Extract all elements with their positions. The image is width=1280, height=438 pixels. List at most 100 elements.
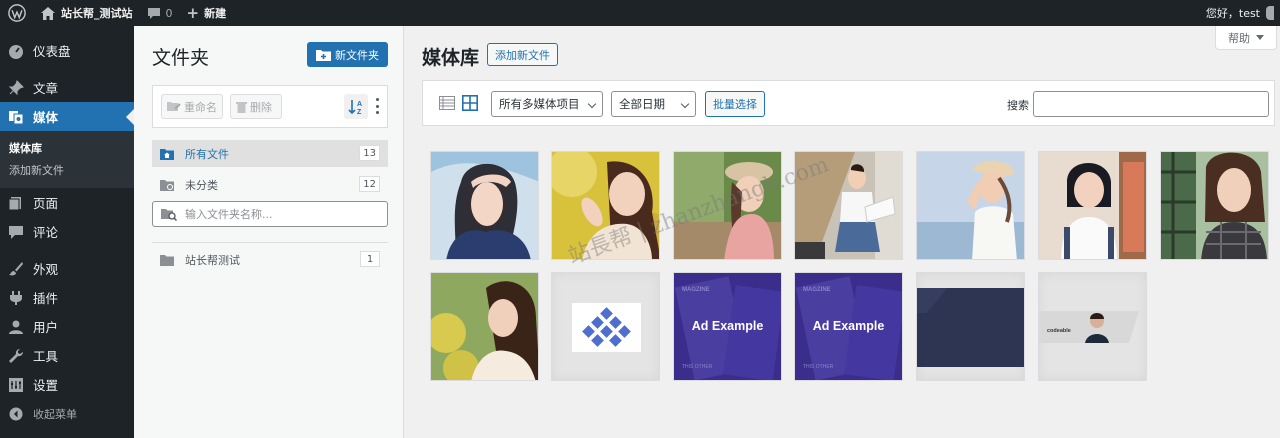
user-icon (8, 319, 24, 335)
sidebar-item-tools[interactable]: 工具 (0, 341, 134, 370)
page-icon (8, 195, 24, 211)
home-folder-icon (160, 148, 176, 160)
new-folder-label: 新文件夹 (335, 48, 379, 62)
greeting: 您好，test (1205, 7, 1260, 20)
sidebar-item-posts[interactable]: 文章 (0, 73, 134, 102)
all-files-count: 13 (359, 145, 380, 161)
media-thumbnail[interactable]: MAGZINE THIS OTHER Ad Example (794, 272, 903, 381)
media-thumbnail[interactable]: codeable (1038, 272, 1147, 381)
sidebar-item-pages[interactable]: 页面 (0, 188, 134, 217)
dashboard-icon (8, 43, 24, 59)
folder-panel-title: 文件夹 (152, 47, 210, 69)
media-thumbnail[interactable] (916, 272, 1025, 381)
new-folder-button[interactable]: 新文件夹 (307, 42, 388, 67)
sidebar-item-label: 文章 (33, 81, 59, 96)
sidebar-item-media[interactable]: 媒体 (0, 102, 134, 131)
media-thumbnail[interactable] (916, 151, 1025, 260)
trash-icon (236, 101, 247, 113)
folder-search-input[interactable] (185, 207, 375, 221)
media-thumbnail[interactable] (551, 151, 660, 260)
list-view-icon[interactable] (437, 93, 457, 113)
media-thumbnail[interactable] (430, 151, 539, 260)
sidebar-item-settings[interactable]: 设置 (0, 370, 134, 399)
bulk-select-button[interactable]: 批量选择 (705, 91, 765, 117)
triangle-down-icon (1256, 35, 1264, 40)
photo-image (431, 152, 538, 259)
sidebar-item-label: 工具 (33, 349, 59, 364)
photo-image (431, 273, 538, 380)
comments-count: 0 (165, 6, 173, 20)
svg-text:THIS OTHER: THIS OTHER (682, 364, 713, 370)
photo-image (795, 152, 902, 259)
folder-panel: 文件夹 新文件夹 重命名 删除 AZ 所有文件 13 未分类 12 输入文件夹名… (134, 26, 404, 438)
logo-image (572, 303, 641, 352)
collapse-label: 收起菜单 (33, 407, 77, 421)
folder-item[interactable]: 站长帮测试 1 (152, 246, 388, 273)
collapse-arrow-icon (8, 406, 24, 422)
sidebar-item-appearance[interactable]: 外观 (0, 254, 134, 283)
new-content-link[interactable]: + 新建 (180, 0, 234, 26)
media-thumbnail[interactable] (430, 272, 539, 381)
folder-name: 站长帮测试 (185, 253, 240, 267)
photo-image (552, 152, 659, 259)
rename-button[interactable]: 重命名 (161, 94, 223, 119)
sidebar-item-label: 外观 (33, 262, 59, 277)
sidebar-item-label: 媒体 (33, 110, 59, 125)
rename-folder-icon (167, 101, 181, 112)
uncategorized-count: 12 (359, 176, 380, 192)
sidebar-item-label: 评论 (33, 225, 59, 240)
media-search-input[interactable] (1033, 91, 1269, 117)
folder-search-field[interactable] (152, 201, 388, 227)
date-value: 全部日期 (619, 97, 665, 111)
banner-image: codeable (1039, 311, 1139, 343)
sidebar-item-label: 插件 (33, 291, 59, 306)
wordpress-logo-icon[interactable] (0, 0, 34, 26)
add-new-file-button[interactable]: 添加新文件 (487, 43, 558, 66)
pin-icon (8, 79, 24, 96)
submenu-item-add-new[interactable]: 添加新文件 (0, 160, 134, 182)
svg-text:MAGZINE: MAGZINE (682, 287, 710, 293)
folder-all-files[interactable]: 所有文件 13 (152, 140, 388, 167)
home-icon (41, 6, 55, 20)
media-thumbnail[interactable] (1038, 151, 1147, 260)
thumb-caption: codeable (1047, 328, 1071, 334)
folder-divider (152, 242, 388, 243)
media-thumbnail[interactable] (794, 151, 903, 260)
sidebar-item-label: 仪表盘 (33, 44, 71, 59)
sidebar-item-plugins[interactable]: 插件 (0, 283, 134, 312)
media-thumbnail[interactable]: MAGZINE THIS OTHER Ad Example (673, 272, 782, 381)
submenu-item-library[interactable]: 媒体库 (0, 138, 134, 160)
media-thumbnail[interactable] (551, 272, 660, 381)
media-toolbar: 所有多媒体项目 全部日期 批量选择 搜索 (422, 80, 1275, 126)
media-thumbnail[interactable] (1160, 151, 1269, 260)
folder-plus-icon (316, 49, 331, 61)
page-title: 媒体库 (422, 47, 480, 69)
account-menu[interactable]: 您好，test (1199, 0, 1280, 26)
media-type-value: 所有多媒体项目 (499, 97, 580, 111)
plus-icon: + (186, 4, 200, 22)
date-filter[interactable]: 全部日期 (611, 91, 696, 117)
help-tab[interactable]: 帮助 (1215, 26, 1277, 50)
delete-button[interactable]: 删除 (230, 94, 282, 119)
folder-count: 1 (360, 251, 380, 267)
collapse-menu-button[interactable]: 收起菜单 (0, 399, 134, 428)
media-type-filter[interactable]: 所有多媒体项目 (491, 91, 603, 117)
search-label: 搜索 (1007, 99, 1029, 112)
comments-link[interactable]: 0 (140, 0, 180, 26)
sort-button[interactable]: AZ (344, 94, 368, 119)
thumb-caption: Ad Example (812, 319, 885, 333)
folder-toolbar: 重命名 删除 AZ (152, 85, 388, 128)
media-submenu: 媒体库 添加新文件 (0, 131, 134, 188)
sidebar-item-users[interactable]: 用户 (0, 312, 134, 341)
avatar-icon (1266, 6, 1274, 20)
sidebar-item-comments[interactable]: 评论 (0, 217, 134, 246)
sidebar-item-dashboard[interactable]: 仪表盘 (0, 36, 134, 65)
settings-icon (8, 377, 24, 393)
sidebar-item-label: 用户 (33, 320, 59, 335)
folder-uncategorized[interactable]: 未分类 12 (152, 171, 388, 198)
svg-text:Z: Z (357, 109, 362, 115)
site-name-link[interactable]: 站长帮_测试站 (34, 0, 140, 26)
grid-view-icon[interactable] (460, 93, 480, 113)
more-options-icon[interactable] (374, 98, 380, 114)
media-thumbnail[interactable] (673, 151, 782, 260)
